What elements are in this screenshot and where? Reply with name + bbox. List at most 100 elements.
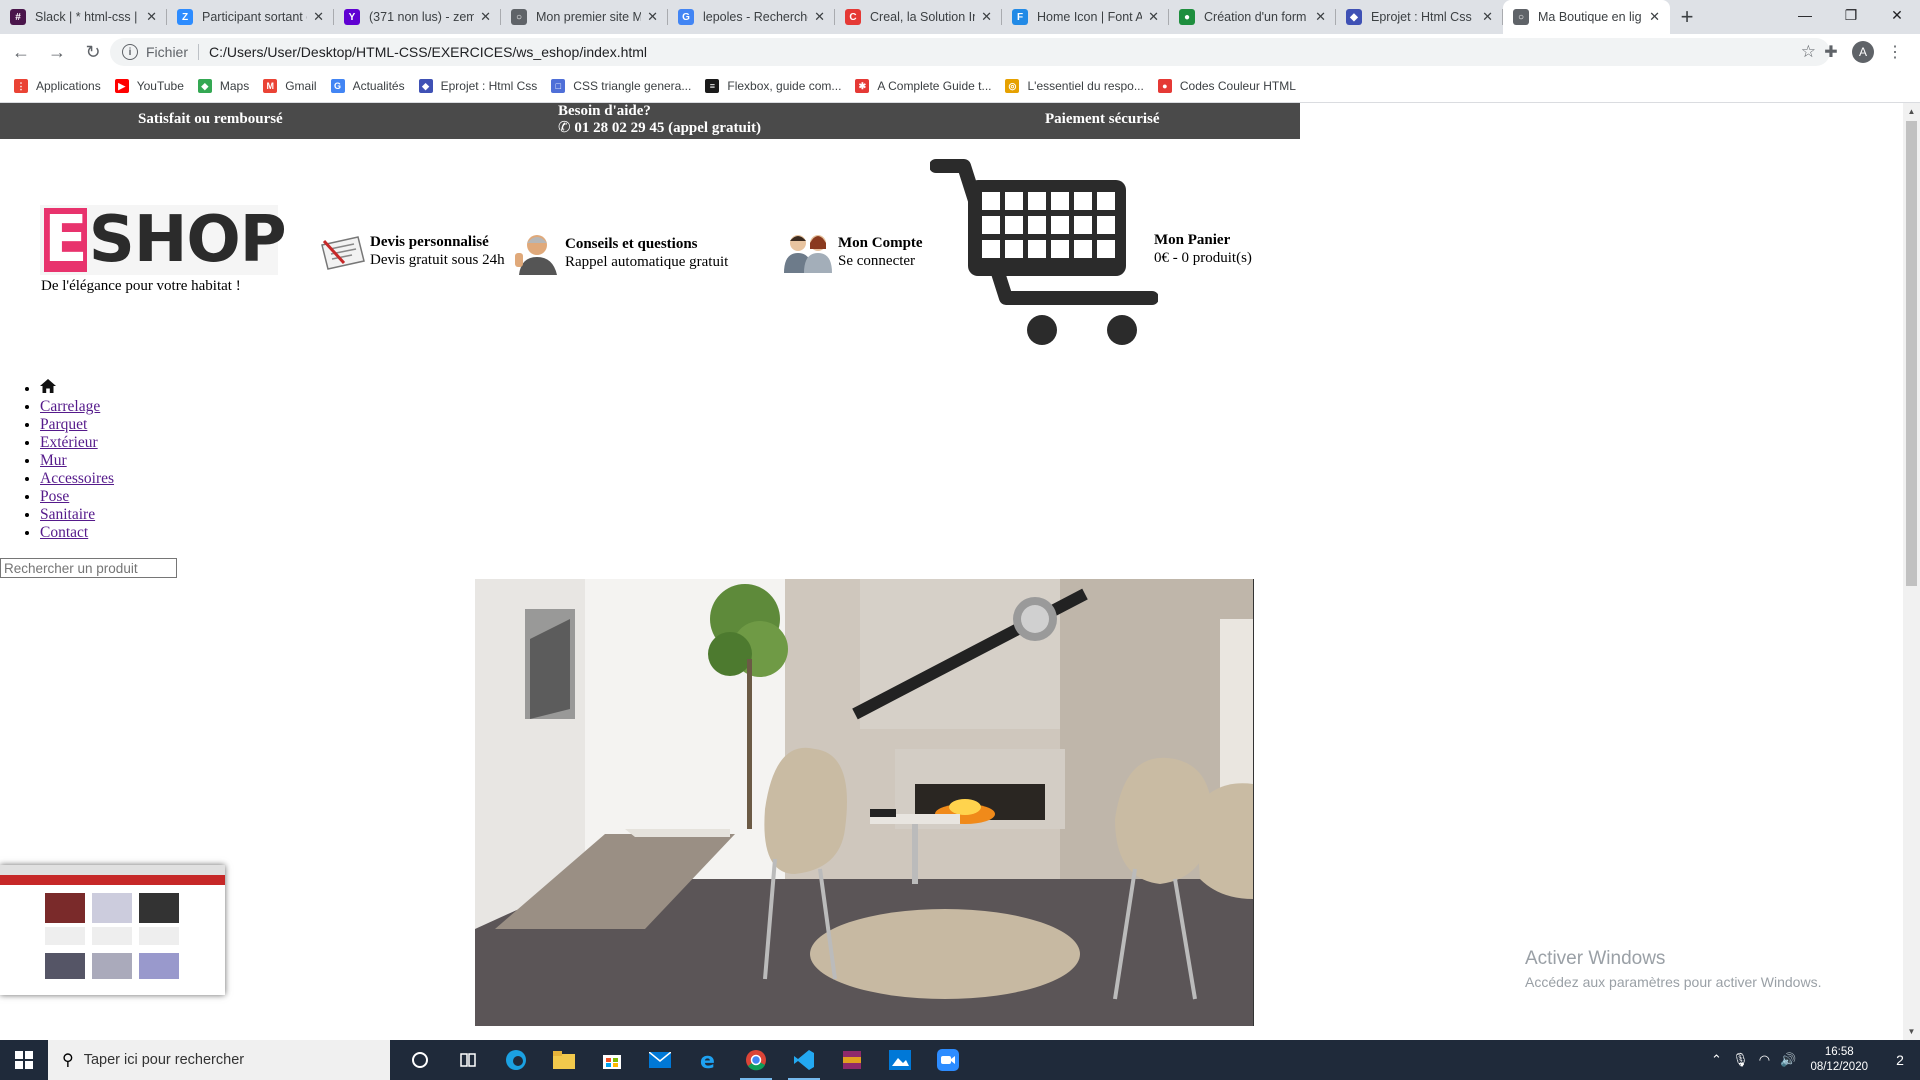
microphone-icon[interactable]: 🎙	[1728, 1052, 1752, 1068]
cortana-icon[interactable]	[396, 1040, 444, 1080]
bookmark-item[interactable]: ≡ Flexbox, guide com...	[705, 79, 841, 93]
tab-close-icon[interactable]: ✕	[814, 9, 825, 25]
minimize-button[interactable]: —	[1782, 0, 1828, 30]
url-text[interactable]: C:/Users/User/Desktop/HTML-CSS/EXERCICES…	[209, 44, 647, 60]
feature-advice-sub: Rappel automatique gratuit	[565, 254, 729, 270]
activation-title: Activer Windows	[1525, 948, 1666, 969]
photos-icon[interactable]	[876, 1040, 924, 1080]
eshop-logo[interactable]: E SHOP	[40, 203, 287, 277]
task-view-icon[interactable]	[444, 1040, 492, 1080]
menu-link[interactable]: Sanitaire	[40, 506, 95, 523]
edge-icon[interactable]	[492, 1040, 540, 1080]
menu-item-home[interactable]	[40, 379, 114, 398]
clock-date: 08/12/2020	[1810, 1061, 1868, 1073]
site-info-icon[interactable]: i	[122, 44, 138, 60]
bookmark-item[interactable]: ⋮ Applications	[14, 79, 101, 93]
taskbar-clock[interactable]: 16:58 08/12/2020	[1810, 1045, 1868, 1075]
scrollbar-thumb[interactable]	[1906, 121, 1917, 586]
start-button[interactable]	[0, 1040, 48, 1080]
bookmark-item[interactable]: M Gmail	[263, 79, 317, 93]
browser-tab[interactable]: ○ Mon premier site M ✕	[501, 0, 668, 34]
menu-link[interactable]: Accessoires	[40, 470, 114, 487]
close-window-button[interactable]: ✕	[1874, 0, 1920, 30]
menu-link[interactable]: Carrelage	[40, 398, 100, 415]
menu-link[interactable]: Parquet	[40, 416, 87, 433]
new-tab-button[interactable]: +	[1670, 0, 1704, 34]
back-button[interactable]: ←	[6, 37, 36, 67]
taskbar-search-box[interactable]: ⚲ Taper ici pour rechercher	[48, 1040, 390, 1080]
browser-tab[interactable]: Y (371 non lus) - zem ✕	[334, 0, 501, 34]
scroll-down-icon[interactable]: ▼	[1903, 1023, 1920, 1040]
bookmark-label: Applications	[36, 79, 101, 93]
browser-tab[interactable]: ○ Ma Boutique en lig ✕	[1503, 0, 1670, 34]
reload-button[interactable]: ↻	[78, 37, 108, 67]
feature-cart[interactable]: Mon Panier 0€ - 0 produit(s)	[1154, 231, 1252, 267]
forward-button[interactable]: →	[42, 37, 72, 67]
menu-link[interactable]: Pose	[40, 488, 69, 505]
notifications-icon[interactable]: 2	[1880, 1040, 1920, 1080]
extensions-icon[interactable]: ✚	[1816, 38, 1846, 66]
bookmark-star-icon[interactable]: ☆	[1801, 42, 1816, 62]
browser-tab[interactable]: # Slack | * html-css | V ✕	[0, 0, 167, 34]
feature-advice[interactable]: Conseils et questions Rappel automatique…	[513, 231, 728, 275]
tray-chevron-up-icon[interactable]: ⌃	[1704, 1052, 1728, 1068]
product-search-input[interactable]	[0, 558, 177, 578]
browser-tab[interactable]: Glepoles - Recherche ✕	[668, 0, 835, 34]
scroll-up-icon[interactable]: ▲	[1903, 103, 1920, 120]
bookmark-item[interactable]: G Actualités	[330, 79, 405, 93]
tab-close-icon[interactable]: ✕	[313, 9, 324, 25]
page-scrollbar[interactable]: ▲ ▼	[1903, 103, 1920, 1040]
chrome-icon[interactable]	[732, 1040, 780, 1080]
tab-close-icon[interactable]: ✕	[981, 9, 992, 25]
feature-quote[interactable]: Devis personnalisé Devis gratuit sous 24…	[318, 231, 505, 271]
bookmark-item[interactable]: ◆ Eprojet : Html Css	[418, 79, 537, 93]
toolbar-right: ✚ A ⋮	[1816, 38, 1910, 66]
restore-button[interactable]: ❐	[1828, 0, 1874, 30]
home-icon[interactable]	[40, 379, 56, 393]
browser-tab[interactable]: ◆ Eprojet : Html Css ✕	[1336, 0, 1503, 34]
bookmark-label: CSS triangle genera...	[573, 79, 692, 93]
profile-avatar[interactable]: A	[1852, 41, 1874, 63]
tab-close-icon[interactable]: ✕	[1482, 9, 1493, 25]
vscode-icon[interactable]	[780, 1040, 828, 1080]
bookmark-item[interactable]: ▶ YouTube	[114, 79, 184, 93]
bookmark-favicon-icon: ◎	[1005, 79, 1020, 93]
cart-grid-cell	[1051, 192, 1069, 210]
bookmark-item[interactable]: ✱ A Complete Guide t...	[855, 79, 991, 93]
menu-link[interactable]: Extérieur	[40, 434, 98, 451]
shopping-cart-icon[interactable]	[930, 158, 1158, 348]
tab-close-icon[interactable]: ✕	[146, 9, 157, 25]
menu-link[interactable]: Mur	[40, 452, 67, 469]
browser-tab[interactable]: Z Participant sortant c ✕	[167, 0, 334, 34]
browser-tab[interactable]: ● Création d'un form ✕	[1169, 0, 1336, 34]
bookmark-item[interactable]: □ CSS triangle genera...	[551, 79, 691, 93]
activation-subtitle: Accédez aux paramètres pour activer Wind…	[1525, 974, 1822, 990]
feature-cart-sub: 0€ - 0 produit(s)	[1154, 250, 1252, 266]
menu-link[interactable]: Contact	[40, 524, 88, 541]
tab-close-icon[interactable]: ✕	[1315, 9, 1326, 25]
browser-tab[interactable]: C Creal, la Solution In ✕	[835, 0, 1002, 34]
address-bar[interactable]: i Fichier C:/Users/User/Desktop/HTML-CSS…	[110, 38, 1830, 66]
bookmark-item[interactable]: ◆ Maps	[197, 79, 249, 93]
bookmark-label: Gmail	[285, 79, 317, 93]
tab-close-icon[interactable]: ✕	[1148, 9, 1159, 25]
file-explorer-icon[interactable]	[540, 1040, 588, 1080]
bookmark-item[interactable]: ● Codes Couleur HTML	[1157, 79, 1296, 93]
winrar-icon[interactable]	[828, 1040, 876, 1080]
cart-grid-cell	[1074, 240, 1092, 258]
tab-favicon-icon: ◆	[1346, 9, 1362, 25]
browser-tab[interactable]: F Home Icon | Font A ✕	[1002, 0, 1169, 34]
internet-explorer-icon[interactable]: e	[684, 1040, 732, 1080]
bookmark-item[interactable]: ◎ L'essentiel du respo...	[1005, 79, 1144, 93]
menu-kebab-icon[interactable]: ⋮	[1880, 38, 1910, 66]
tab-close-icon[interactable]: ✕	[647, 9, 658, 25]
mail-icon[interactable]	[636, 1040, 684, 1080]
volume-icon[interactable]: 🔊	[1776, 1052, 1800, 1068]
tab-close-icon[interactable]: ✕	[1649, 9, 1660, 25]
zoom-icon[interactable]	[924, 1040, 972, 1080]
wifi-icon[interactable]: ◠	[1752, 1052, 1776, 1068]
tab-close-icon[interactable]: ✕	[480, 9, 491, 25]
feature-account[interactable]: Mon Compte Se connecter	[780, 231, 923, 273]
store-icon[interactable]	[588, 1040, 636, 1080]
window-preview-thumbnail[interactable]	[0, 865, 225, 995]
